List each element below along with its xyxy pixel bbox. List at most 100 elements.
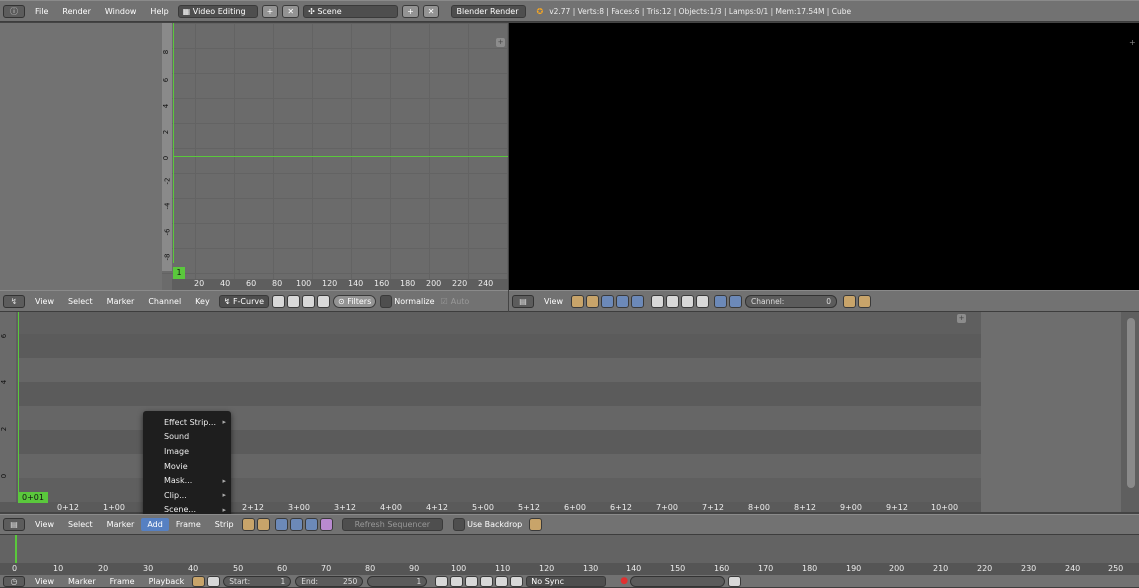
editor-type-graph[interactable]: ↯ <box>3 294 25 308</box>
screen-remove-button[interactable]: ✕ <box>282 4 300 18</box>
keying-set-field[interactable] <box>630 575 726 587</box>
use-backdrop-checkbox[interactable] <box>453 518 466 531</box>
tl-menu-frame[interactable]: Frame <box>103 577 142 586</box>
scene-remove-button[interactable]: ✕ <box>422 4 440 18</box>
seq-menu-strip[interactable]: Strip <box>208 520 241 529</box>
preview-view-icon[interactable] <box>615 294 629 308</box>
add-mask-item[interactable]: Mask... ▸ <box>143 473 231 488</box>
graph-menu-view[interactable]: View <box>28 297 61 306</box>
tl-menu-playback[interactable]: Playback <box>142 577 192 586</box>
normalize-checkbox[interactable] <box>380 294 393 308</box>
editor-type-sequencer-preview[interactable]: ▤ <box>512 294 534 308</box>
graph-mode-select[interactable]: ↯ F-Curve <box>218 294 270 308</box>
graph-editor-header: ↯ View Select Marker Channel Key ↯ F-Cur… <box>0 290 508 312</box>
seq-view-type-icon[interactable] <box>241 518 255 531</box>
tl-menu-marker[interactable]: Marker <box>61 577 103 586</box>
insert-keyframe-icon[interactable] <box>728 575 742 587</box>
seq-menu-view[interactable]: View <box>28 520 61 529</box>
render-still-icon[interactable] <box>842 294 856 308</box>
chroma-icon[interactable] <box>680 294 694 308</box>
jump-start-icon[interactable] <box>435 575 449 587</box>
sequencer-scrollbar[interactable] <box>1127 318 1135 488</box>
editor-type-sequencer[interactable]: ▤ <box>3 518 25 531</box>
editor-type-info[interactable]: ⓘ <box>3 4 25 18</box>
graph-menu-key[interactable]: Key <box>188 297 217 306</box>
search-icon[interactable] <box>317 294 331 308</box>
render-anim-icon[interactable] <box>857 294 871 308</box>
add-clip-item[interactable]: Clip... ▸ <box>143 488 231 503</box>
menu-file[interactable]: File <box>28 7 55 16</box>
tl-menu-view[interactable]: View <box>28 577 61 586</box>
show-hidden-icon[interactable] <box>287 294 301 308</box>
seq-split-view-icon[interactable] <box>304 518 318 531</box>
seq-proxy-icon[interactable] <box>319 518 333 531</box>
play-reverse-icon[interactable] <box>465 575 479 587</box>
sequencer-properties-toggle[interactable]: + <box>957 314 966 323</box>
screen-add-button[interactable]: + <box>261 4 279 18</box>
display-image-icon[interactable] <box>650 294 664 308</box>
editor-type-timeline[interactable]: ◷ <box>3 575 25 587</box>
current-frame-field[interactable]: 1 <box>367 575 428 587</box>
jump-keyframe-back-icon[interactable] <box>450 575 464 587</box>
graph-menu-marker[interactable]: Marker <box>100 297 142 306</box>
view-type-icon[interactable] <box>570 294 584 308</box>
screen-layout-select[interactable]: ▦ Video Editing <box>177 4 258 18</box>
add-image-item[interactable]: Image <box>143 444 231 459</box>
luma-icon[interactable] <box>665 294 679 308</box>
refresh-sequencer-button[interactable]: Refresh Sequencer <box>341 518 444 531</box>
menu-window[interactable]: Window <box>98 7 144 16</box>
seq-render-still-icon[interactable] <box>529 518 543 531</box>
end-frame-field[interactable]: End: 250 <box>295 575 364 587</box>
x-tick: 190 <box>846 564 862 573</box>
seq-menu-marker[interactable]: Marker <box>100 520 142 529</box>
timeline-header: ◷ View Marker Frame Playback Start: 1 End… <box>0 575 1139 588</box>
x-tick: 80 <box>272 279 283 288</box>
menu-render[interactable]: Render <box>55 7 97 16</box>
scene-add-button[interactable]: + <box>402 4 419 18</box>
channel-color-icon[interactable] <box>728 294 742 308</box>
x-tick: 150 <box>670 564 686 573</box>
record-icon[interactable]: ● <box>620 576 628 586</box>
add-effect-strip-item[interactable]: Effect Strip... ▸ <box>143 415 231 430</box>
filters-button[interactable]: ⊙ Filters <box>333 294 377 308</box>
seq-menu-add[interactable]: Add <box>141 518 169 531</box>
render-engine-select[interactable]: Blender Render <box>451 4 527 18</box>
seq-menu-frame[interactable]: Frame <box>169 520 208 529</box>
x-tick: 90 <box>409 564 420 573</box>
sequencer-view-icon[interactable] <box>600 294 614 308</box>
play-icon[interactable] <box>480 575 494 587</box>
x-tick: 160 <box>374 279 390 288</box>
menu-help[interactable]: Help <box>143 7 175 16</box>
only-errors-icon[interactable] <box>302 294 316 308</box>
start-frame-field[interactable]: Start: 1 <box>223 575 292 587</box>
preview-range-icon[interactable] <box>192 575 206 587</box>
preview-properties-toggle[interactable]: + <box>1129 38 1136 47</box>
seq-lock-icon[interactable] <box>256 518 270 531</box>
split-view-icon[interactable] <box>630 294 644 308</box>
lock-icon[interactable] <box>585 294 599 308</box>
auto-checkbox-icon[interactable]: ☑ <box>441 297 448 306</box>
seq-sequencer-view-icon[interactable] <box>274 518 288 531</box>
sync-mode-select[interactable]: No Sync <box>526 575 607 587</box>
histogram-icon[interactable] <box>695 294 709 308</box>
graph-menu-channel[interactable]: Channel <box>141 297 188 306</box>
preview-menu-view[interactable]: View <box>537 297 570 306</box>
sequencer-frame-indicator: 0+01 <box>18 492 48 503</box>
add-movie-item[interactable]: Movie <box>143 459 231 474</box>
add-sound-item[interactable]: Sound <box>143 430 231 445</box>
only-selected-icon[interactable] <box>272 294 286 308</box>
lock-range-icon[interactable] <box>207 575 221 587</box>
jump-keyframe-forward-icon[interactable] <box>495 575 509 587</box>
x-tick: 200 <box>426 279 442 288</box>
channel-field[interactable]: Channel: 0 <box>744 294 837 308</box>
graph-menu-select[interactable]: Select <box>61 297 100 306</box>
x-tick: 210 <box>933 564 949 573</box>
scene-select[interactable]: ✣ Scene <box>303 4 399 18</box>
seq-preview-view-icon[interactable] <box>289 518 303 531</box>
y-tick: 2 <box>0 426 9 432</box>
graph-properties-toggle[interactable]: + <box>496 38 505 47</box>
channel-alpha-icon[interactable] <box>713 294 727 308</box>
timeline-current-frame-line <box>15 535 17 563</box>
seq-menu-select[interactable]: Select <box>61 520 100 529</box>
jump-end-icon[interactable] <box>510 575 524 587</box>
